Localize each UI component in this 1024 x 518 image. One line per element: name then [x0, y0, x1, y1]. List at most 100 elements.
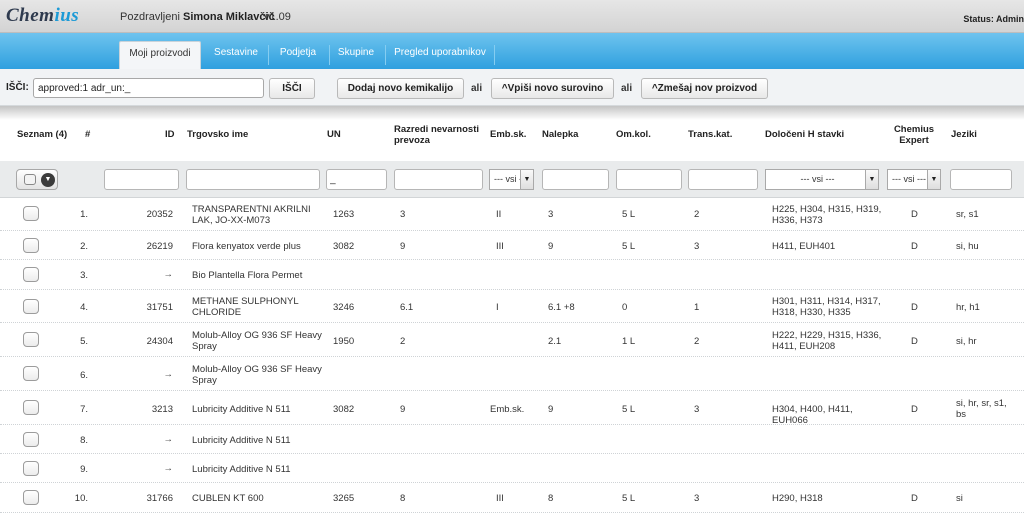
table-row[interactable]: 6. → Molub-Alloy OG 936 SF Heavy Spray [0, 357, 1024, 391]
row-id[interactable]: 31766 [120, 493, 173, 504]
table-row[interactable]: 9. → Lubricity Additive N 511 [0, 454, 1024, 483]
filter-expert-value: --- vsi --- [892, 174, 926, 184]
filter-h-statements-value: --- vsi --- [800, 174, 835, 184]
row-trade-name[interactable]: Lubricity Additive N 511 [192, 435, 324, 446]
row-transport-cat: 2 [694, 336, 700, 347]
row-id[interactable]: 24304 [120, 336, 173, 347]
col-header-list[interactable]: Seznam (4) [17, 129, 67, 140]
filter-limited-qty-input[interactable] [616, 169, 682, 190]
table-row[interactable]: 3. → Bio Plantella Flora Permet [0, 260, 1024, 290]
row-checkbox[interactable] [23, 332, 39, 347]
row-checkbox[interactable] [23, 299, 39, 314]
col-header-trade-name[interactable]: Trgovsko ime [187, 129, 248, 140]
filter-id-input[interactable] [104, 169, 179, 190]
row-checkbox[interactable] [23, 400, 39, 415]
row-trade-name[interactable]: METHANE SULPHONYL CHLORIDE [192, 296, 324, 318]
row-checkbox[interactable] [23, 366, 39, 381]
row-h-statements: H304, H400, H411, EUH066 [772, 404, 853, 426]
col-header-id[interactable]: ID [165, 129, 175, 140]
row-checkbox[interactable] [23, 432, 39, 447]
row-hazard-class: 3 [400, 209, 406, 220]
row-checkbox[interactable] [23, 206, 39, 221]
col-header-num[interactable]: # [85, 129, 90, 140]
mix-product-button[interactable]: ^Zmešaj nov proizvod [641, 78, 768, 99]
filter-pack-group-select[interactable]: --- vsi --- ▼ [489, 169, 534, 190]
add-chemical-button[interactable]: Dodaj novo kemikalijo [337, 78, 464, 99]
row-id[interactable]: 26219 [120, 241, 173, 252]
row-transport-cat: 3 [694, 241, 700, 252]
col-header-hazard-classes[interactable]: Razredi nevarnosti prevoza [394, 124, 484, 146]
filter-languages-input[interactable] [950, 169, 1012, 190]
table-row[interactable]: 4. 31751 METHANE SULPHONYL CHLORIDE 3246… [0, 290, 1024, 323]
tab-sestavine[interactable]: Sestavine [208, 41, 264, 69]
col-header-un[interactable]: UN [327, 129, 341, 140]
greeting: Pozdravljeni Simona Miklavčič [120, 11, 275, 23]
search-input[interactable] [33, 78, 264, 98]
row-expert: D [911, 241, 918, 252]
row-h-statements: H290, H318 [772, 493, 823, 504]
filter-hazard-class-input[interactable] [394, 169, 483, 190]
row-linked-arrow[interactable]: → [120, 369, 174, 380]
row-h-statements: H222, H229, H315, H336, H411, EUH208 [772, 330, 882, 352]
tab-skupine[interactable]: Skupine [333, 41, 379, 69]
table-row[interactable]: 1. 20352 TRANSPARENTNI AKRILNI LAK, JO-X… [0, 198, 1024, 231]
select-all-dropdown[interactable]: ▼ [16, 169, 58, 190]
filter-trade-name-input[interactable] [186, 169, 320, 190]
row-checkbox[interactable] [23, 238, 39, 253]
filter-un-input[interactable] [326, 169, 387, 190]
filter-label-input[interactable] [542, 169, 609, 190]
row-expert: D [911, 493, 918, 504]
col-header-h-statements[interactable]: Določeni H stavki [765, 129, 844, 140]
col-header-transport-cat[interactable]: Trans.kat. [688, 129, 732, 140]
table-row[interactable]: 7. 3213 Lubricity Additive N 511 3082 9 … [0, 391, 1024, 426]
col-header-languages[interactable]: Jeziki [951, 129, 977, 140]
row-hazard-class: 2 [400, 336, 406, 347]
tab-podjetja[interactable]: Podjetja [272, 41, 324, 69]
chemius-logo[interactable]: Chemius [6, 5, 79, 27]
col-header-label[interactable]: Nalepka [542, 129, 578, 140]
row-trade-name[interactable]: Molub-Alloy OG 936 SF Heavy Spray [192, 330, 324, 352]
row-id[interactable]: 20352 [120, 209, 173, 220]
filter-h-statements-select[interactable]: --- vsi --- ▼ [765, 169, 879, 190]
row-languages: si, hr [956, 336, 977, 347]
row-linked-arrow[interactable]: → [120, 463, 174, 474]
row-id[interactable]: 31751 [120, 302, 173, 313]
chevron-down-icon[interactable]: ▼ [41, 173, 55, 187]
row-trade-name[interactable]: Bio Plantella Flora Permet [192, 270, 324, 281]
row-trade-name[interactable]: Lubricity Additive N 511 [192, 404, 324, 415]
table-row[interactable]: 10. 31766 CUBLEN KT 600 3265 8 III 8 5 L… [0, 483, 1024, 513]
row-trade-name[interactable]: Molub-Alloy OG 936 SF Heavy Spray [192, 364, 324, 386]
row-id[interactable]: 3213 [120, 404, 173, 415]
row-checkbox[interactable] [23, 490, 39, 505]
row-trade-name[interactable]: TRANSPARENTNI AKRILNI LAK, JO-XX-M073 [192, 204, 324, 226]
row-pack-group: III [496, 493, 504, 504]
user-status: Status: Admin [963, 14, 1024, 24]
col-header-chemius-expert[interactable]: Chemius Expert [888, 124, 940, 146]
row-languages: hr, h1 [956, 302, 980, 313]
search-button[interactable]: IŠČI [269, 78, 315, 99]
table-row[interactable]: 8. → Lubricity Additive N 511 [0, 425, 1024, 454]
table-row[interactable]: 2. 26219 Flora kenyatox verde plus 3082 … [0, 231, 1024, 260]
row-label: 6.1 +8 [548, 302, 575, 313]
tab-pregled-uporabnikov[interactable]: Pregled uporabnikov [391, 41, 489, 69]
row-linked-arrow[interactable]: → [120, 434, 174, 445]
enter-raw-material-button[interactable]: ^Vpiši novo surovino [491, 78, 614, 99]
greeting-text: Pozdravljeni [120, 11, 180, 23]
row-num: 10. [74, 493, 88, 504]
row-linked-arrow[interactable]: → [120, 269, 174, 280]
row-label: 9 [548, 404, 554, 415]
col-header-limited-qty[interactable]: Om.kol. [616, 129, 651, 140]
table-row[interactable]: 5. 24304 Molub-Alloy OG 936 SF Heavy Spr… [0, 323, 1024, 357]
row-checkbox[interactable] [23, 267, 39, 282]
col-header-pack-group[interactable]: Emb.sk. [490, 129, 526, 140]
tab-moji-proizvodi[interactable]: Moji proizvodi [119, 41, 201, 69]
filter-expert-select[interactable]: --- vsi --- ▼ [887, 169, 941, 190]
filter-transport-cat-input[interactable] [688, 169, 758, 190]
row-checkbox[interactable] [23, 461, 39, 476]
select-all-checkbox[interactable] [24, 174, 36, 185]
row-trade-name[interactable]: Lubricity Additive N 511 [192, 464, 324, 475]
or-separator: ali [621, 83, 633, 94]
row-trade-name[interactable]: Flora kenyatox verde plus [192, 241, 324, 252]
row-un: 3246 [333, 302, 355, 313]
row-trade-name[interactable]: CUBLEN KT 600 [192, 493, 324, 504]
